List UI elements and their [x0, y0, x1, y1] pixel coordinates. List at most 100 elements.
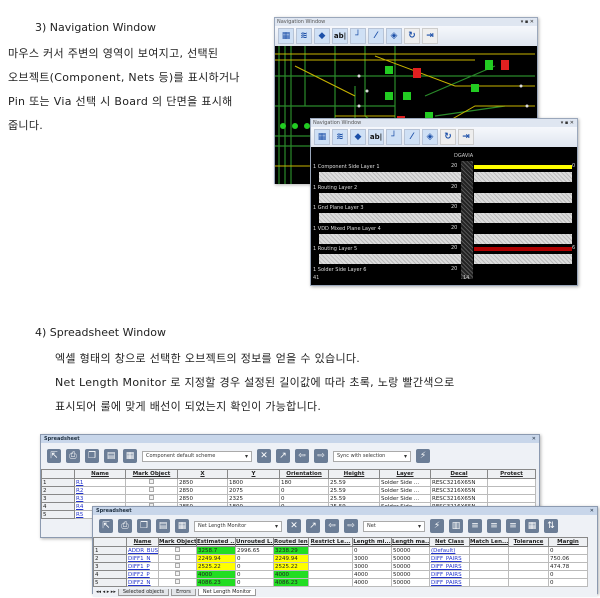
table-cell[interactable]: R1: [74, 478, 126, 487]
column-header[interactable]: Layer: [379, 469, 431, 479]
net-link[interactable]: DIFF2_N: [128, 580, 151, 586]
route-icon[interactable]: ┘: [350, 28, 366, 44]
net-link[interactable]: DIFF1_P: [128, 564, 150, 570]
column-header[interactable]: Net Class: [429, 537, 470, 547]
highlight-icon[interactable]: ⚡: [430, 519, 444, 533]
column-header[interactable]: Decal: [430, 469, 488, 479]
column-header[interactable]: X: [177, 469, 228, 479]
filter-dropdown[interactable]: Net: [363, 520, 425, 532]
copy-icon[interactable]: ❐: [85, 449, 99, 463]
table-cell[interactable]: [158, 546, 197, 555]
window-controls[interactable]: ▾ ▪ ✕: [521, 18, 534, 26]
column-header[interactable]: Y: [227, 469, 280, 479]
table-row[interactable]: 5 DIFF2_N 4086.23 0 4086.23 4000 50000 DIFF_PAI…: [93, 578, 588, 587]
board-cross-section[interactable]: DGAVIA 41 14 1 Component Side Layer 1 20 0…: [311, 147, 577, 285]
column-header[interactable]: Length mi...: [352, 537, 392, 547]
net-link[interactable]: DIFF_PAIRS: [431, 564, 462, 570]
mark-object-checkbox[interactable]: [175, 563, 180, 568]
net-link[interactable]: ADDR_BUS0: [128, 548, 158, 554]
mark-object-checkbox[interactable]: [175, 555, 180, 560]
mark-object-checkbox[interactable]: [149, 479, 154, 484]
mark-object-checkbox[interactable]: [175, 579, 180, 584]
table-cell[interactable]: DIFF1_P: [126, 562, 159, 571]
net-link[interactable]: R4: [76, 504, 83, 510]
export-icon[interactable]: ⇱: [99, 519, 113, 533]
column-header[interactable]: Name: [126, 537, 159, 547]
scheme-icon[interactable]: ▦: [175, 519, 189, 533]
tab-nav-arrows[interactable]: ◂◂ ◂ ▸ ▸▸: [96, 589, 116, 595]
export-icon[interactable]: ⇱: [47, 449, 61, 463]
table-cell[interactable]: [125, 478, 178, 487]
net-link[interactable]: DIFF_PAIRS: [431, 580, 462, 586]
table-cell[interactable]: [125, 486, 178, 495]
table-cell[interactable]: ADDR_BUS0: [126, 546, 159, 555]
table-row[interactable]: 3 DIFF1_P 2525.22 0 2525.22 3000 50000 DIFF_PAI…: [93, 562, 588, 571]
column-header[interactable]: Mark Object: [158, 537, 197, 547]
table-row[interactable]: 2 DIFF1_N 2249.94 0 2249.94 3000 50000 DIFF_PAI…: [93, 554, 588, 563]
columns-icon[interactable]: ▥: [449, 519, 463, 533]
paste-icon[interactable]: ▤: [104, 449, 118, 463]
route-icon[interactable]: ┘: [386, 129, 402, 145]
back-arrow-icon[interactable]: ⇦: [325, 519, 339, 533]
sheet-tab[interactable]: Selected objects: [117, 588, 170, 596]
column-header[interactable]: Mark Object: [125, 469, 178, 479]
column-header[interactable]: Tolerance: [508, 537, 549, 547]
mark-object-checkbox[interactable]: [149, 487, 154, 492]
column-header[interactable]: Name: [74, 469, 126, 479]
table-cell[interactable]: DIFF1_N: [126, 554, 159, 563]
component-icon[interactable]: ◆: [314, 28, 330, 44]
mark-object-checkbox[interactable]: [149, 495, 154, 500]
board-view-icon[interactable]: ▦: [314, 129, 330, 145]
close-icon[interactable]: ✕: [590, 507, 594, 515]
table-cell[interactable]: R3: [74, 494, 126, 503]
column-header[interactable]: Protect: [487, 469, 536, 479]
column-header[interactable]: Length ma...: [391, 537, 430, 547]
highlight-icon[interactable]: ⚡: [416, 449, 430, 463]
back-arrow-icon[interactable]: ⇦: [295, 449, 309, 463]
sync-dropdown[interactable]: Sync with selection: [333, 450, 411, 462]
print-icon[interactable]: ⎙: [118, 519, 132, 533]
delete-icon[interactable]: ✕: [287, 519, 301, 533]
align-center-icon[interactable]: ≡: [487, 519, 501, 533]
connection-icon[interactable]: ⁄: [404, 129, 420, 145]
sheet-tab[interactable]: Errors: [171, 588, 196, 596]
column-header[interactable]: Routed len...: [273, 537, 309, 547]
net-link[interactable]: DIFF_PAIRS: [431, 572, 462, 578]
column-header[interactable]: [93, 537, 127, 547]
zoom-to-icon[interactable]: ↗: [276, 449, 290, 463]
close-icon[interactable]: ✕: [532, 435, 536, 443]
table-row[interactable]: 3 R3 2850 2325 0 25.59 Solder Side ... RESC3216…: [41, 494, 536, 503]
table-cell[interactable]: [158, 578, 197, 587]
exit-icon[interactable]: ⇥: [422, 28, 438, 44]
column-header[interactable]: Match Len...: [469, 537, 509, 547]
table-row[interactable]: 2 R2 2850 2075 0 25.59 Solder Side ... RESC3216…: [41, 486, 536, 495]
align-left-icon[interactable]: ≡: [468, 519, 482, 533]
column-header[interactable]: Estimated ...: [196, 537, 236, 547]
layers-view-icon[interactable]: ≋: [332, 129, 348, 145]
zoom-to-icon[interactable]: ↗: [306, 519, 320, 533]
net-link[interactable]: (Default): [431, 548, 455, 554]
table-cell[interactable]: [158, 554, 197, 563]
align-right-icon[interactable]: ≡: [506, 519, 520, 533]
net-link[interactable]: DIFF_PAIRS: [431, 556, 462, 562]
column-header[interactable]: Restrict Le...: [308, 537, 353, 547]
scheme-dropdown[interactable]: Component default scheme: [142, 450, 252, 462]
table-cell[interactable]: DIFF2_N: [126, 578, 159, 587]
net-link[interactable]: DIFF1_N: [128, 556, 151, 562]
table-cell[interactable]: [158, 562, 197, 571]
table-cell[interactable]: R2: [74, 486, 126, 495]
net-link[interactable]: R1: [76, 480, 83, 486]
column-header[interactable]: Margin: [548, 537, 588, 547]
text-label-icon[interactable]: ab|: [332, 28, 348, 44]
table-row[interactable]: 1 R1 2850 1800 180 25.59 Solder Side ... RESC32…: [41, 478, 536, 487]
board-view-icon[interactable]: ▦: [278, 28, 294, 44]
net-link[interactable]: R3: [76, 496, 83, 502]
forward-arrow-icon[interactable]: ⇨: [344, 519, 358, 533]
connection-icon[interactable]: ⁄: [368, 28, 384, 44]
sort-icon[interactable]: ⇅: [544, 519, 558, 533]
copy-icon[interactable]: ❐: [137, 519, 151, 533]
table-row[interactable]: 4 DIFF2_P 4000 0 4000 4000 50000 DIFF_PAIRS 0: [93, 570, 588, 579]
net-link[interactable]: R2: [76, 488, 83, 494]
print-icon[interactable]: ⎙: [66, 449, 80, 463]
forward-arrow-icon[interactable]: ⇨: [314, 449, 328, 463]
